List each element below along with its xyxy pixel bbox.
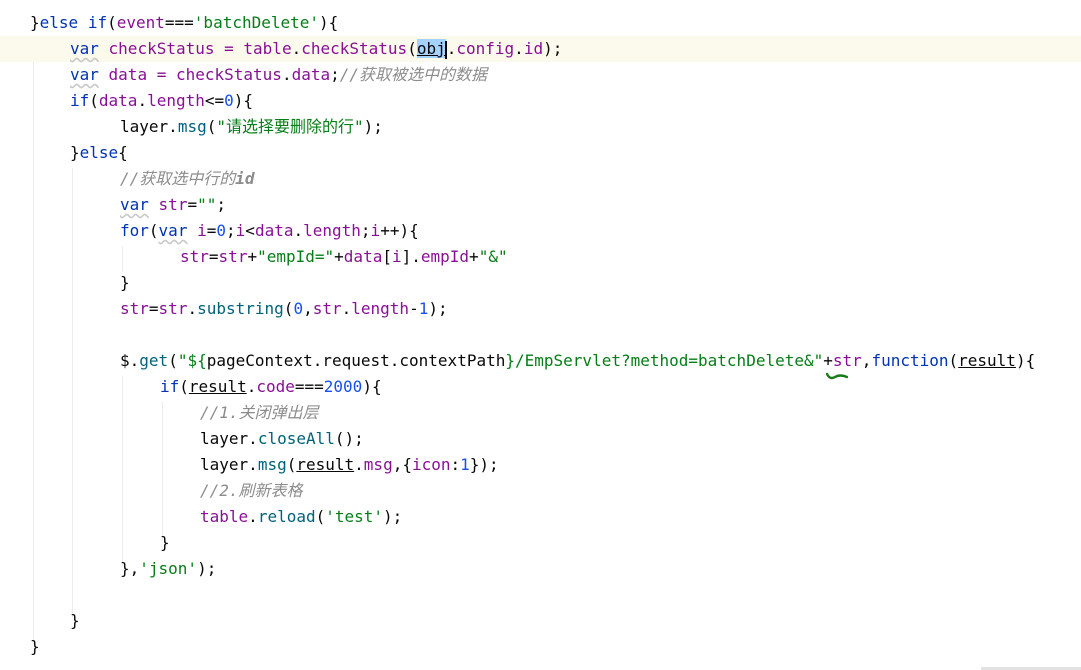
code-line[interactable]: } (0, 608, 1081, 634)
code-line[interactable]: layer.msg("请选择要删除的行"); (0, 114, 1081, 140)
code-line[interactable]: layer.closeAll(); (0, 426, 1081, 452)
code-line-current[interactable]: var checkStatus = table.checkStatus(obj.… (0, 36, 1081, 62)
code-line[interactable]: //1.关闭弹出层 (0, 400, 1081, 426)
code-line[interactable]: } (0, 270, 1081, 296)
code-line[interactable]: $.get("${pageContext.request.contextPath… (0, 348, 1081, 374)
code-line[interactable]: var str=""; (0, 192, 1081, 218)
code-line[interactable]: str=str.substring(0,str.length-1); (0, 296, 1081, 322)
code-line[interactable]: //2.刷新表格 (0, 478, 1081, 504)
code-line[interactable]: table.reload('test'); (0, 504, 1081, 530)
annotation-squiggle-icon (826, 372, 848, 380)
code-line[interactable]: if(data.length<=0){ (0, 88, 1081, 114)
code-line[interactable]: },'json'); (0, 556, 1081, 582)
selected-text: obj (416, 39, 446, 58)
code-line[interactable]: //获取选中行的id (0, 166, 1081, 192)
code-line[interactable]: for(var i=0;i<data.length;i++){ (0, 218, 1081, 244)
code-line[interactable]: layer.msg(result.msg,{icon:1}); (0, 452, 1081, 478)
code-line[interactable]: }else if(event==='batchDelete'){ (0, 10, 1081, 36)
code-line[interactable]: }else{ (0, 140, 1081, 166)
code-line[interactable]: str=str+"empId="+data[i].empId+"&" (0, 244, 1081, 270)
code-editor[interactable]: }else if(event==='batchDelete'){ var che… (0, 0, 1081, 670)
code-line[interactable]: } (0, 530, 1081, 556)
code-line[interactable]: } (0, 634, 1081, 660)
code-line[interactable]: var data = checkStatus.data;//获取被选中的数据 (0, 62, 1081, 88)
code-line[interactable]: if(result.code===2000){ (0, 374, 1081, 400)
